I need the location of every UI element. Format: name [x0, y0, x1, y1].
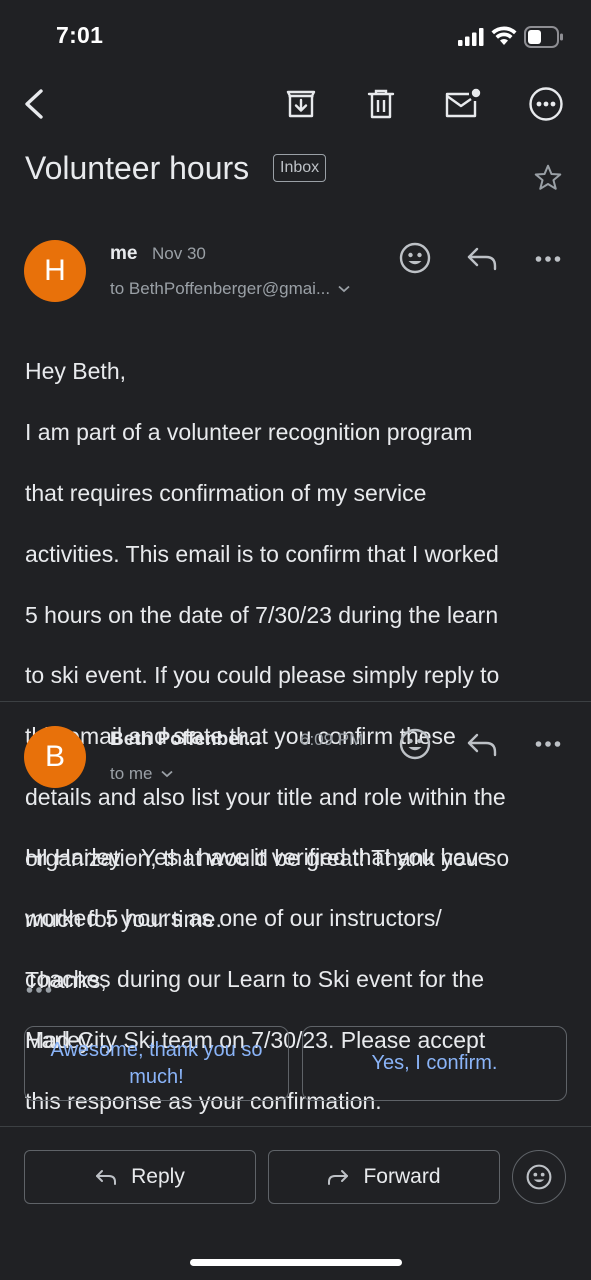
chevron-down-icon — [338, 285, 350, 293]
forward-action-button[interactable]: Forward — [268, 1150, 500, 1204]
forward-icon — [327, 1169, 349, 1185]
body-line: 5 hours on the date of 7/30/23 during th… — [25, 601, 499, 628]
reply-icon — [95, 1169, 117, 1185]
mark-unread-button[interactable] — [440, 82, 484, 126]
message-more-button[interactable] — [535, 740, 561, 748]
chevron-down-icon — [160, 770, 173, 778]
emoji-icon — [526, 1164, 552, 1190]
more-icon — [528, 86, 564, 122]
actions-divider — [0, 1126, 591, 1127]
recipient-line: to BethPoffenberger@gmai... — [110, 279, 331, 298]
body-line: activities. This email is to confirm tha… — [25, 540, 499, 567]
reply-label: Reply — [131, 1165, 185, 1188]
archive-icon — [285, 88, 317, 120]
smart-reply-label: Yes, I confirm. — [371, 1052, 498, 1074]
reply-icon — [466, 246, 498, 272]
smart-reply-button[interactable]: Yes, I confirm. — [302, 1026, 567, 1101]
reply-action-button[interactable]: Reply — [24, 1150, 256, 1204]
body-line: coaches during our Learn to Ski event fo… — [25, 966, 485, 993]
avatar[interactable]: B — [24, 726, 86, 788]
sender-name: Beth Poffenber... — [110, 729, 261, 750]
body-line: worked 5 hours as one of our instructors… — [25, 905, 442, 932]
archive-button[interactable] — [279, 82, 323, 126]
body-line: I am part of a volunteer recognition pro… — [25, 419, 473, 446]
emoji-icon — [399, 728, 431, 760]
message-more-button[interactable] — [535, 255, 561, 263]
recipient-line: to me — [110, 764, 153, 783]
forward-label: Forward — [363, 1165, 441, 1188]
body-line: HI Harley - Yes I have it verified that … — [25, 844, 491, 871]
show-trimmed-content-button[interactable] — [26, 986, 52, 994]
body-line: to ski event. If you could please simply… — [25, 662, 500, 689]
reply-icon — [466, 732, 498, 758]
inbox-label-chip[interactable]: Inbox — [273, 154, 327, 182]
signal-icon — [458, 28, 484, 46]
emoji-reaction-button[interactable] — [399, 728, 431, 760]
message-time: 6:09 PM — [300, 730, 364, 749]
reply-button[interactable] — [466, 732, 498, 758]
message-date: Nov 30 — [152, 244, 206, 263]
emoji-icon — [399, 242, 431, 274]
message-divider — [0, 701, 591, 702]
body-line: that requires confirmation of my service — [25, 480, 427, 507]
emoji-reaction-button[interactable] — [512, 1150, 566, 1204]
sender-name: me — [110, 243, 138, 264]
home-indicator[interactable] — [190, 1259, 402, 1266]
reply-button[interactable] — [466, 246, 498, 272]
ellipsis-icon — [26, 986, 52, 994]
emoji-reaction-button[interactable] — [399, 242, 431, 274]
more-horizontal-icon — [535, 255, 561, 263]
back-icon — [22, 88, 46, 120]
back-button[interactable] — [12, 82, 56, 126]
trash-icon — [366, 88, 396, 120]
avatar[interactable]: H — [24, 240, 86, 302]
more-options-button[interactable] — [524, 82, 568, 126]
smart-reply-button[interactable]: Awesome, thank you so much! — [24, 1026, 289, 1101]
more-horizontal-icon — [535, 740, 561, 748]
body-line: Hey Beth, — [25, 358, 126, 385]
recipients-toggle[interactable]: to me — [110, 764, 173, 784]
wifi-icon — [491, 26, 517, 46]
email-subject: Volunteer hours — [25, 150, 250, 186]
mark-unread-icon — [443, 88, 481, 120]
status-time: 7:01 — [56, 22, 104, 48]
smart-reply-label: Awesome, thank you so much! — [50, 1038, 263, 1088]
battery-icon — [524, 26, 564, 48]
delete-button[interactable] — [359, 82, 403, 126]
body-line: details and also list your title and rol… — [25, 784, 506, 811]
recipients-toggle[interactable]: to BethPoffenberger@gmai... — [110, 279, 350, 299]
star-icon[interactable] — [532, 162, 564, 194]
